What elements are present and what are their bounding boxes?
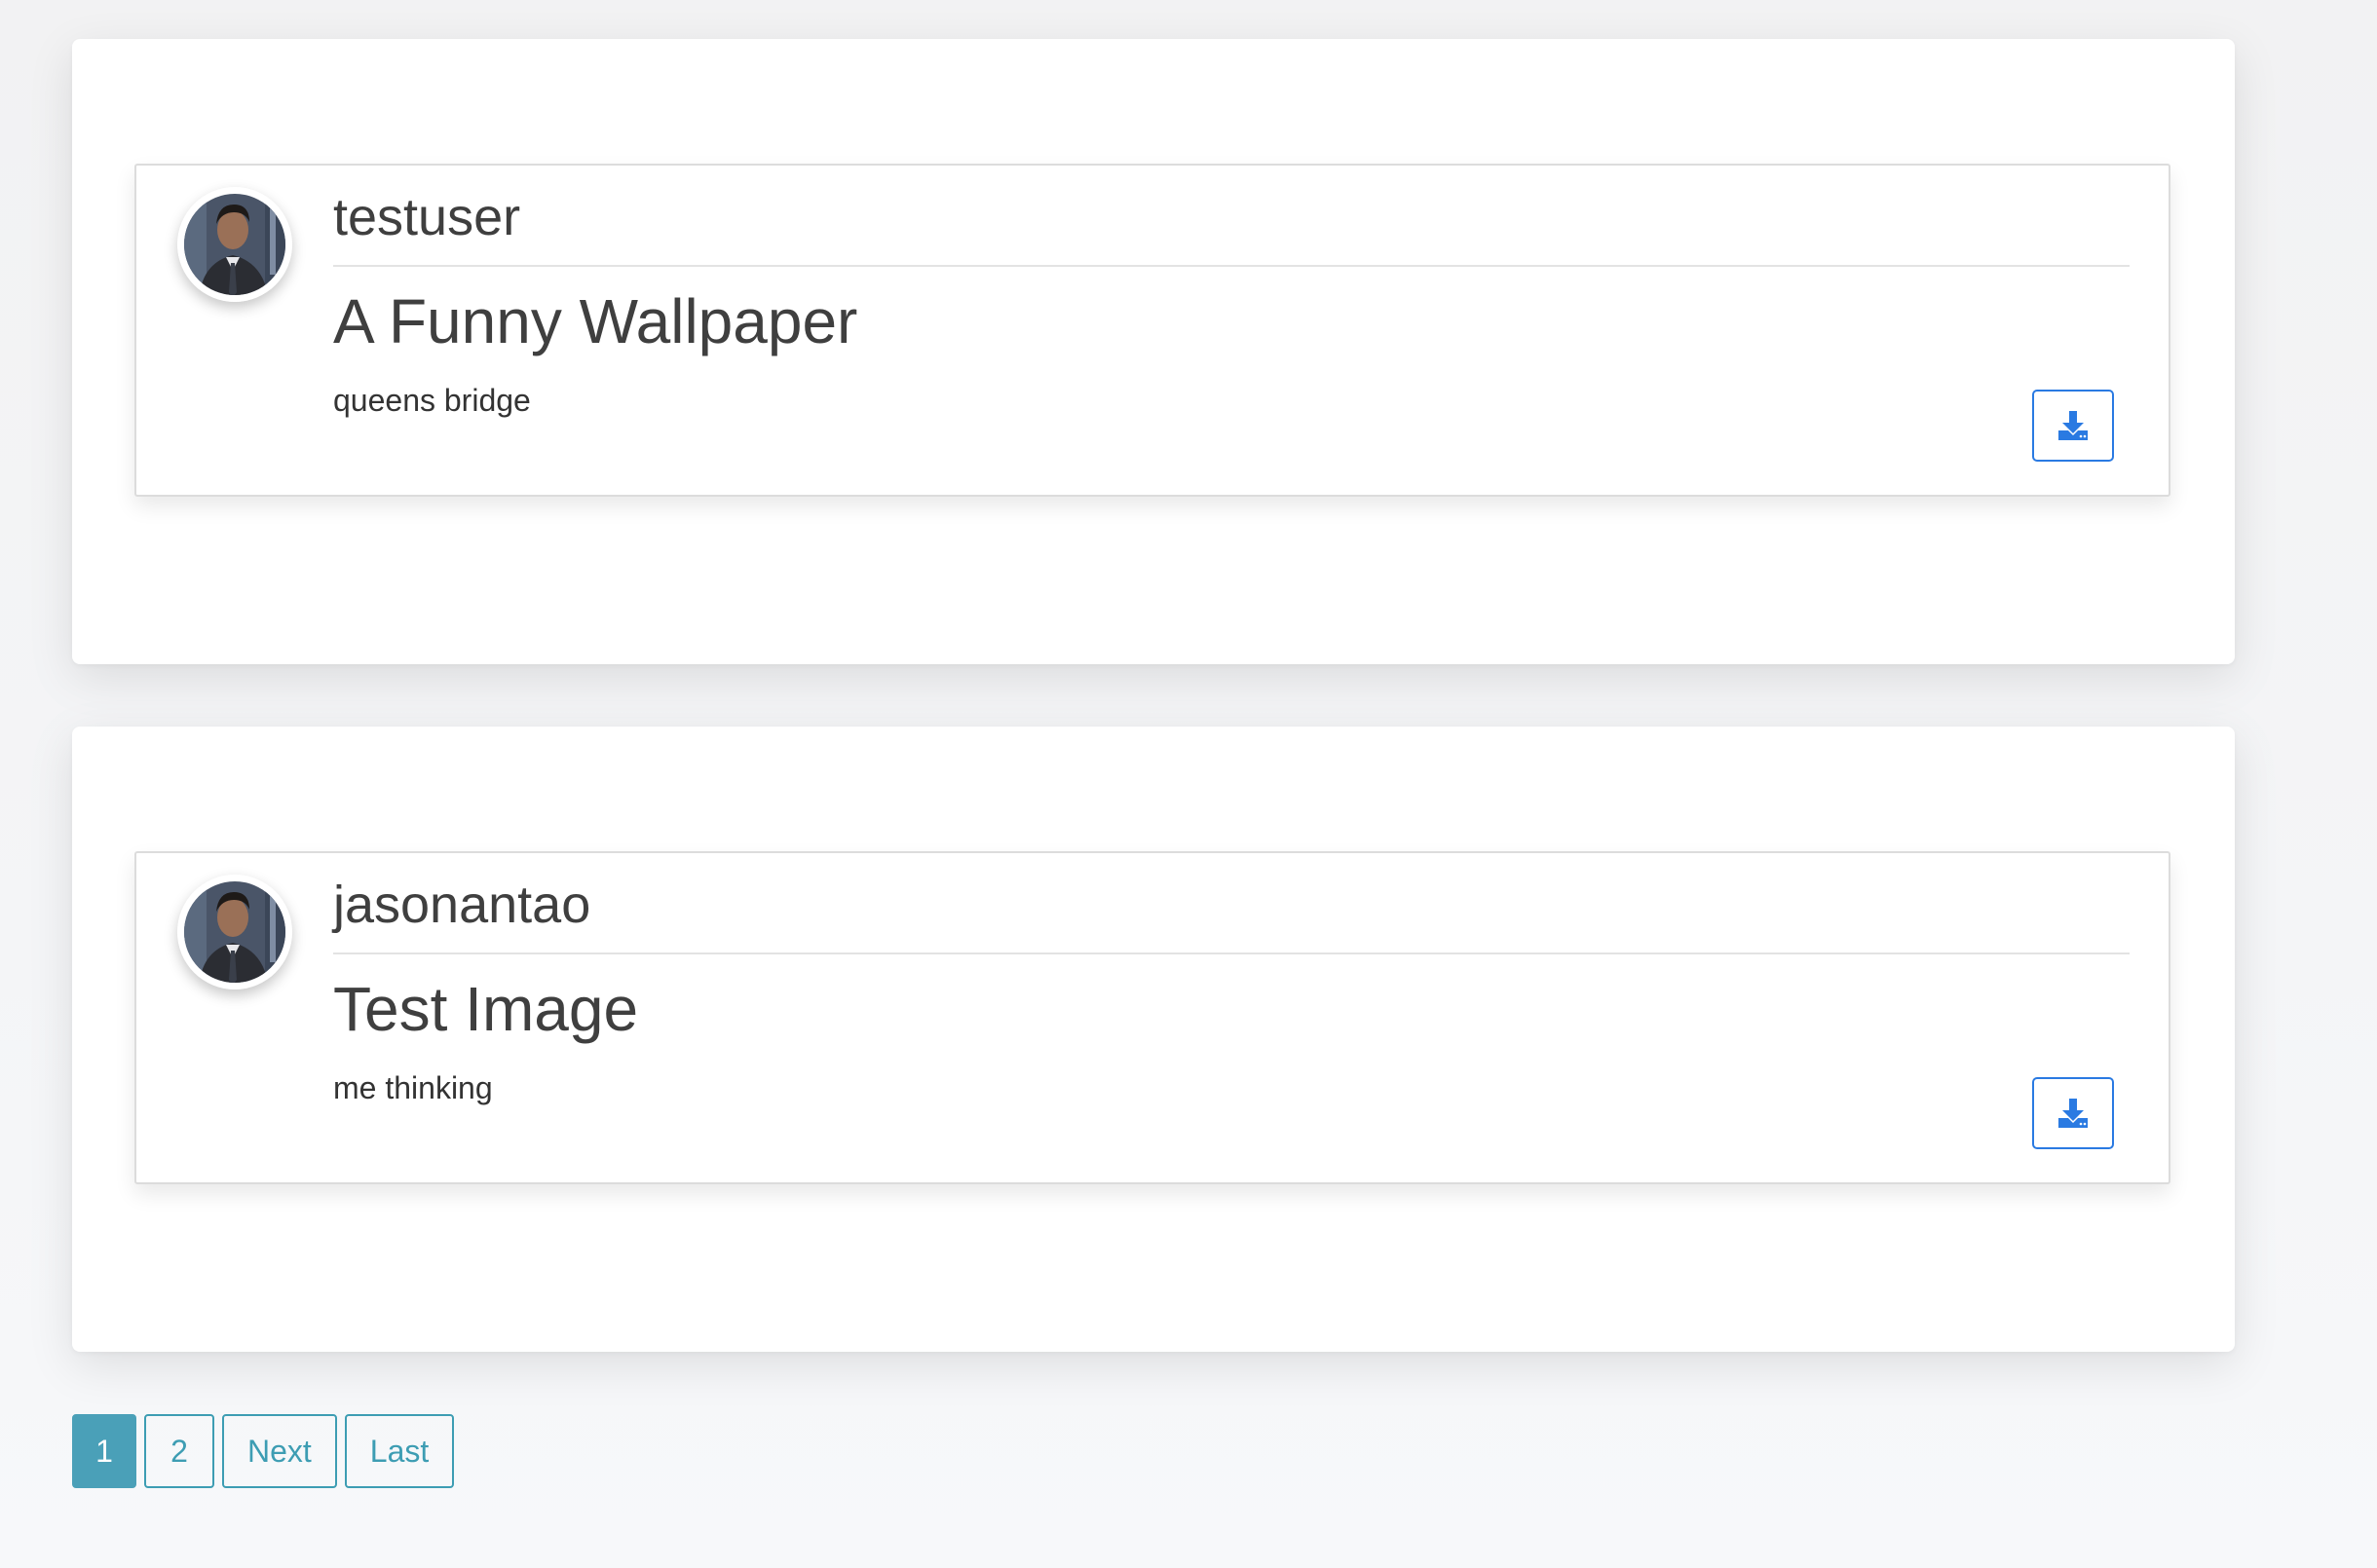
last-page-button[interactable]: Last <box>344 1414 455 1488</box>
post-username[interactable]: testuser <box>333 187 520 247</box>
post-title: Test Image <box>333 974 639 1044</box>
download-button[interactable] <box>2032 390 2114 462</box>
page-1-button[interactable]: 1 <box>72 1414 136 1488</box>
post-caption: me thinking <box>333 1070 493 1105</box>
next-page-button[interactable]: Next <box>222 1414 337 1488</box>
post-caption: queens bridge <box>333 383 531 418</box>
page-2-button[interactable]: 2 <box>144 1414 214 1488</box>
divider <box>333 952 2130 954</box>
download-icon <box>2058 411 2088 440</box>
user-avatar <box>177 875 292 989</box>
post-username[interactable]: jasonantao <box>333 875 590 935</box>
pagination: 1 2 Next Last <box>72 1414 455 1488</box>
download-icon <box>2058 1099 2088 1128</box>
post-card: jasonantao Test Image me thinking <box>134 851 2170 1184</box>
post-card: testuser A Funny Wallpaper queens bridge <box>134 164 2170 497</box>
post-card-outer: testuser A Funny Wallpaper queens bridge <box>72 39 2235 664</box>
user-avatar <box>177 187 292 302</box>
download-button[interactable] <box>2032 1077 2114 1149</box>
post-title: A Funny Wallpaper <box>333 286 858 356</box>
divider <box>333 265 2130 267</box>
post-card-outer: jasonantao Test Image me thinking <box>72 727 2235 1352</box>
